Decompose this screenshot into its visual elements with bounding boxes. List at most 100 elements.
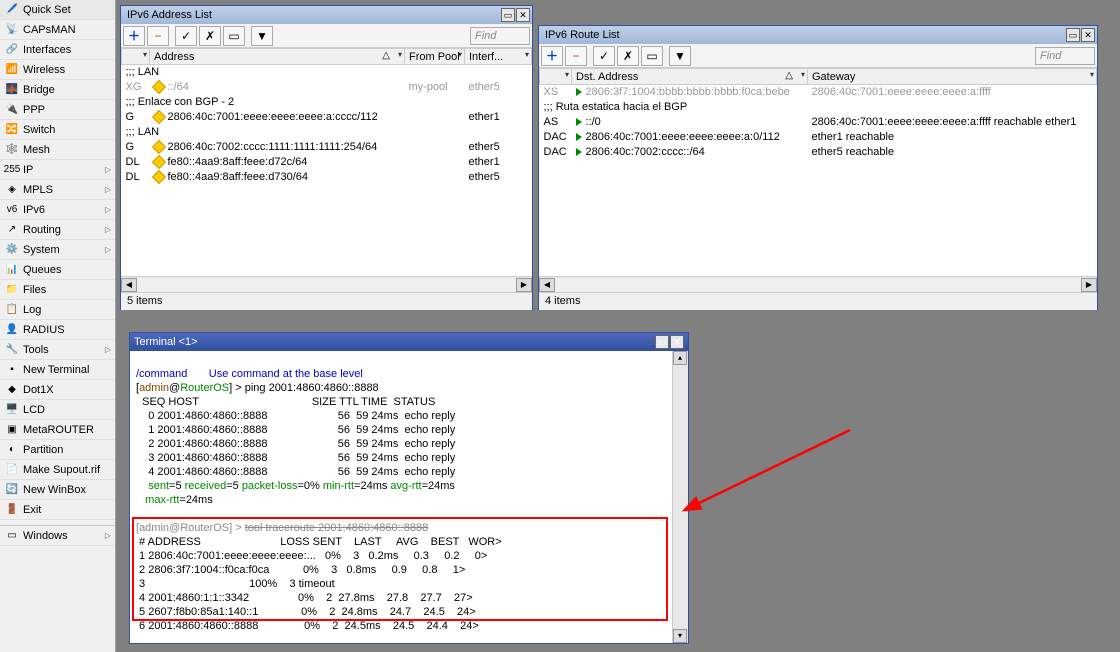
route-icon <box>576 148 582 156</box>
disable-button[interactable]: ✗ <box>199 26 221 46</box>
windows-icon: ▭ <box>4 528 20 544</box>
flag-icon <box>151 155 165 169</box>
sidebar-item-label: Files <box>23 284 46 296</box>
menu-icon: 🖥️ <box>4 402 20 418</box>
sidebar-item-ipv6[interactable]: v6IPv6▷ <box>0 200 115 220</box>
sidebar-item-label: IPv6 <box>23 204 45 216</box>
col-address[interactable]: Address△▾ <box>150 49 405 65</box>
titlebar[interactable]: IPv6 Route List ▭ ✕ <box>539 26 1097 44</box>
sidebar-item-ip[interactable]: 255IP▷ <box>0 160 115 180</box>
window-title: Terminal <1> <box>134 336 654 348</box>
col-dst[interactable]: Dst. Address△▾ <box>572 69 808 85</box>
sidebar-windows[interactable]: ▭ Windows ▷ <box>0 526 115 546</box>
sidebar-item-interfaces[interactable]: 🔗Interfaces <box>0 40 115 60</box>
sidebar-item-make-supout.rif[interactable]: 📄Make Supout.rif <box>0 460 115 480</box>
comment-button[interactable]: ▭ <box>223 26 245 46</box>
table-row[interactable]: DAC2806:40c:7001:eeee:eeee:eeee:a:0/112e… <box>540 130 1097 145</box>
close-button[interactable]: ✕ <box>670 335 684 349</box>
titlebar[interactable]: Terminal <1> ▭ ✕ <box>130 333 688 351</box>
enable-button[interactable]: ✓ <box>593 46 615 66</box>
sidebar-item-quick-set[interactable]: 🖊️Quick Set <box>0 0 115 20</box>
sidebar-item-label: Bridge <box>23 84 55 96</box>
sidebar-item-wireless[interactable]: 📶Wireless <box>0 60 115 80</box>
h-scrollbar[interactable]: ◀▶ <box>539 276 1097 292</box>
sidebar-item-lcd[interactable]: 🖥️LCD <box>0 400 115 420</box>
restore-button[interactable]: ▭ <box>655 335 669 349</box>
sidebar-item-partition[interactable]: ◐Partition <box>0 440 115 460</box>
sidebar-item-label: Partition <box>23 444 63 456</box>
table-row[interactable]: ;;; Enlace con BGP - 2 <box>122 95 532 110</box>
table-row[interactable]: ;;; Ruta estatica hacia el BGP <box>540 100 1097 115</box>
close-button[interactable]: ✕ <box>516 8 530 22</box>
col-flags[interactable]: ▾ <box>122 49 150 65</box>
sidebar-item-system[interactable]: ⚙️System▷ <box>0 240 115 260</box>
find-input[interactable]: Find <box>470 27 530 45</box>
sidebar-item-dot1x[interactable]: ◆Dot1X <box>0 380 115 400</box>
v-scrollbar[interactable]: ▴ ▾ <box>672 351 688 643</box>
table-row[interactable]: DLfe80::4aa9:8aff:feee:d730/64ether5 <box>122 170 532 185</box>
restore-button[interactable]: ▭ <box>501 8 515 22</box>
h-scrollbar[interactable]: ◀▶ <box>121 276 532 292</box>
sidebar-item-tools[interactable]: 🔧Tools▷ <box>0 340 115 360</box>
remove-button[interactable]: − <box>565 46 587 66</box>
annotation-arrow <box>680 420 860 540</box>
sidebar-item-label: Make Supout.rif <box>23 464 100 476</box>
menu-icon: 📋 <box>4 302 20 318</box>
menu-icon: 🌉 <box>4 82 20 98</box>
table-row[interactable]: ;;; LAN <box>122 125 532 140</box>
flag-icon <box>151 110 165 124</box>
sidebar-item-radius[interactable]: 👤RADIUS <box>0 320 115 340</box>
disable-button[interactable]: ✗ <box>617 46 639 66</box>
toolbar: ＋ − ✓ ✗ ▭ ▼ Find <box>539 44 1097 68</box>
sidebar-item-new-terminal[interactable]: ▪New Terminal <box>0 360 115 380</box>
table-row[interactable]: AS::/02806:40c:7001:eeee:eeee:eeee:a:fff… <box>540 115 1097 130</box>
table-row[interactable]: G2806:40c:7001:eeee:eeee:eeee:a:cccc/112… <box>122 110 532 125</box>
filter-button[interactable]: ▼ <box>669 46 691 66</box>
sidebar-item-log[interactable]: 📋Log <box>0 300 115 320</box>
col-pool[interactable]: From Pool▾ <box>405 49 465 65</box>
col-gw[interactable]: Gateway▾ <box>808 69 1097 85</box>
table-row[interactable]: XG::/64my-poolether5 <box>122 80 532 95</box>
add-button[interactable]: ＋ <box>123 26 145 46</box>
sidebar-item-switch[interactable]: 🔀Switch <box>0 120 115 140</box>
expand-icon: ▷ <box>105 185 111 194</box>
menu-icon: ◐ <box>4 442 20 458</box>
add-button[interactable]: ＋ <box>541 46 563 66</box>
sidebar-item-exit[interactable]: 🚪Exit <box>0 500 115 520</box>
sidebar-item-mpls[interactable]: ◈MPLS▷ <box>0 180 115 200</box>
sidebar-item-routing[interactable]: ↗Routing▷ <box>0 220 115 240</box>
enable-button[interactable]: ✓ <box>175 26 197 46</box>
sidebar-item-bridge[interactable]: 🌉Bridge <box>0 80 115 100</box>
sidebar-item-files[interactable]: 📁Files <box>0 280 115 300</box>
sidebar-item-metarouter[interactable]: ▣MetaROUTER <box>0 420 115 440</box>
menu-icon: 🖊️ <box>4 2 20 18</box>
find-input[interactable]: Find <box>1035 47 1095 65</box>
sidebar-item-mesh[interactable]: 🕸️Mesh <box>0 140 115 160</box>
remove-button[interactable]: − <box>147 26 169 46</box>
col-intf[interactable]: Interf...▾ <box>465 49 532 65</box>
table-row[interactable]: ;;; LAN <box>122 65 532 80</box>
table-row[interactable]: DLfe80::4aa9:8aff:feee:d72c/64ether1 <box>122 155 532 170</box>
sidebar-item-label: RADIUS <box>23 324 65 336</box>
sidebar-item-capsman[interactable]: 📡CAPsMAN <box>0 20 115 40</box>
table-row[interactable]: G2806:40c:7002:cccc:1111:1111:1111:254/6… <box>122 140 532 155</box>
terminal-line: [admin@RouterOS] > tool traceroute 2001:… <box>136 522 428 534</box>
restore-button[interactable]: ▭ <box>1066 28 1080 42</box>
comment-button[interactable]: ▭ <box>641 46 663 66</box>
col-flags[interactable]: ▾ <box>540 69 572 85</box>
sidebar-item-queues[interactable]: 📊Queues <box>0 260 115 280</box>
expand-icon: ▷ <box>105 345 111 354</box>
titlebar[interactable]: IPv6 Address List ▭ ✕ <box>121 6 532 24</box>
menu-icon: ◈ <box>4 182 20 198</box>
close-button[interactable]: ✕ <box>1081 28 1095 42</box>
menu-icon: 🔌 <box>4 102 20 118</box>
table-row[interactable]: DAC2806:40c:7002:cccc::/64ether5 reachab… <box>540 145 1097 160</box>
table-row[interactable]: XS2806:3f7:1004:bbbb:bbbb:bbbb:f0ca:bebe… <box>540 85 1097 100</box>
sidebar-item-label: Interfaces <box>23 44 71 56</box>
sidebar-item-new-winbox[interactable]: 🔄New WinBox <box>0 480 115 500</box>
filter-button[interactable]: ▼ <box>251 26 273 46</box>
terminal-body[interactable]: /command Use command at the base level [… <box>130 351 688 643</box>
terminal-window: Terminal <1> ▭ ✕ /command Use command at… <box>129 332 689 644</box>
sidebar-item-ppp[interactable]: 🔌PPP <box>0 100 115 120</box>
sidebar-item-label: MetaROUTER <box>23 424 94 436</box>
